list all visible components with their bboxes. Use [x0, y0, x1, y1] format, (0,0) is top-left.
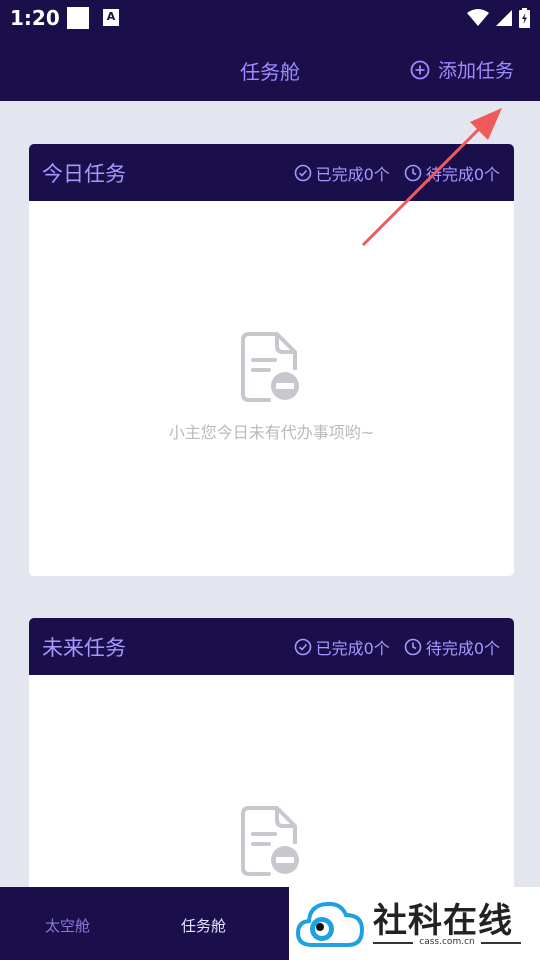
- status-icons: [467, 6, 530, 30]
- tab-planet-cabin[interactable]: 太空舱: [45, 915, 90, 936]
- card-stats: 已完成0个 待完成0个: [280, 161, 500, 185]
- card-title: 未来任务: [42, 636, 126, 660]
- status-time: 1:20: [10, 6, 60, 30]
- completed-stat: 已完成0个: [294, 635, 390, 659]
- watermark-text: 社科在线: [373, 901, 513, 941]
- check-circle-icon: [294, 164, 311, 182]
- future-tasks-card: 未来任务 已完成0个 待完成0个: [29, 618, 514, 918]
- app-header: 任务舱 添加任务: [0, 36, 540, 101]
- card-title: 今日任务: [42, 162, 126, 186]
- card-body: [29, 675, 514, 918]
- pending-count: 待完成0个: [425, 639, 500, 658]
- completed-stat: 已完成0个: [294, 161, 390, 185]
- empty-document-icon: [241, 332, 299, 402]
- cloud-logo-icon: [295, 901, 365, 947]
- completed-count: 已完成0个: [315, 639, 390, 658]
- completed-count: 已完成0个: [315, 165, 390, 184]
- empty-document-icon: [241, 806, 299, 876]
- pending-stat: 待完成0个: [404, 161, 500, 185]
- add-task-label: 添加任务: [437, 60, 514, 82]
- notification-square-icon: [67, 7, 89, 29]
- tab-task-cabin[interactable]: 任务舱: [181, 915, 226, 936]
- plus-circle-icon: [410, 60, 430, 79]
- status-bar: 1:20 A: [0, 0, 540, 36]
- add-task-button[interactable]: 添加任务: [410, 56, 514, 83]
- wifi-icon: [467, 9, 489, 26]
- card-header: 今日任务 已完成0个 待完成0个: [29, 144, 514, 201]
- card-stats: 已完成0个 待完成0个: [280, 635, 500, 659]
- card-header: 未来任务 已完成0个 待完成0个: [29, 618, 514, 675]
- signal-icon: [496, 10, 512, 26]
- today-tasks-card: 今日任务 已完成0个 待完成0个 小主您今日未有代办事项哟~: [29, 144, 514, 576]
- pending-count: 待完成0个: [425, 165, 500, 184]
- pending-stat: 待完成0个: [404, 635, 500, 659]
- app-a-icon: A: [103, 9, 119, 26]
- watermark-logo: 社科在线 cass.com.cn: [289, 887, 540, 960]
- check-circle-icon: [294, 638, 311, 656]
- clock-icon: [404, 638, 422, 656]
- empty-message: 小主您今日未有代办事项哟~: [168, 423, 375, 442]
- clock-icon: [404, 164, 422, 182]
- card-body: 小主您今日未有代办事项哟~: [29, 201, 514, 576]
- battery-icon: [519, 8, 530, 28]
- watermark-line: [481, 942, 521, 944]
